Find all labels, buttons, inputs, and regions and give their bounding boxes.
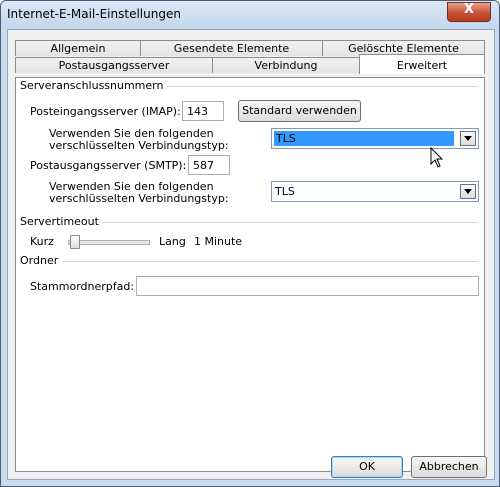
smtp-port-input[interactable]: 587 [188,155,230,175]
title-bar[interactable]: Internet-E-Mail-Einstellungen X [1,1,499,29]
imap-port-input[interactable]: 143 [182,101,224,121]
root-folder-input[interactable] [136,276,479,296]
smtp-encryption-dropdown-button[interactable] [460,184,476,199]
smtp-label: Postausgangsserver (SMTP): [30,159,187,172]
imap-label: Posteingangsserver (IMAP): [30,105,181,118]
default-ports-button[interactable]: Standard verwenden [238,100,361,122]
tab-panel-erweitert: Serveranschlussnummern Posteingangsserve… [15,77,485,472]
imap-encryption-label-line2: verschlüsselten Verbindungstyp: [49,139,229,152]
timeout-value: 1 Minute [194,235,243,248]
tab-postausgangsserver[interactable]: Postausgangsserver [15,57,213,73]
close-button[interactable]: X [447,2,491,22]
section-server-ports: Serveranschlussnummern [20,79,168,92]
separator-folders [22,261,478,262]
timeout-long-label: Lang [159,235,186,248]
ok-button[interactable]: OK [331,456,403,478]
tab-verbindung[interactable]: Verbindung [212,57,360,73]
tab-erweitert[interactable]: Erweitert [359,54,485,74]
chevron-down-icon [464,136,472,141]
smtp-encryption-value: TLS [275,185,295,198]
window-title: Internet-E-Mail-Einstellungen [7,7,181,21]
tab-allgemein[interactable]: Allgemein [15,40,141,56]
chevron-down-icon [464,189,472,194]
mouse-pointer-icon [430,147,444,168]
dialog-client: Allgemein Gesendete Elemente Gelöschte E… [7,29,495,480]
imap-encryption-select[interactable]: TLS [271,128,479,149]
tab-gesendete-elemente[interactable]: Gesendete Elemente [140,40,323,56]
timeout-short-label: Kurz [30,235,54,248]
smtp-encryption-label-line2: verschlüsselten Verbindungstyp: [49,192,229,205]
dialog-window: Internet-E-Mail-Einstellungen X Allgemei… [0,0,500,487]
imap-encryption-dropdown-button[interactable] [460,131,476,146]
imap-encryption-value: TLS [274,131,454,146]
root-folder-label: Stammordnerpfad: [30,280,135,293]
section-timeout: Servertimeout [20,215,103,228]
timeout-slider-thumb[interactable] [70,235,80,249]
cancel-button[interactable]: Abbrechen [411,456,487,478]
timeout-slider-track[interactable] [68,240,150,245]
smtp-encryption-select[interactable]: TLS [271,181,479,202]
tab-row-2: Postausgangsserver Verbindung Erweitert [15,54,485,74]
section-folders: Ordner [20,254,63,267]
close-icon: X [463,2,475,17]
